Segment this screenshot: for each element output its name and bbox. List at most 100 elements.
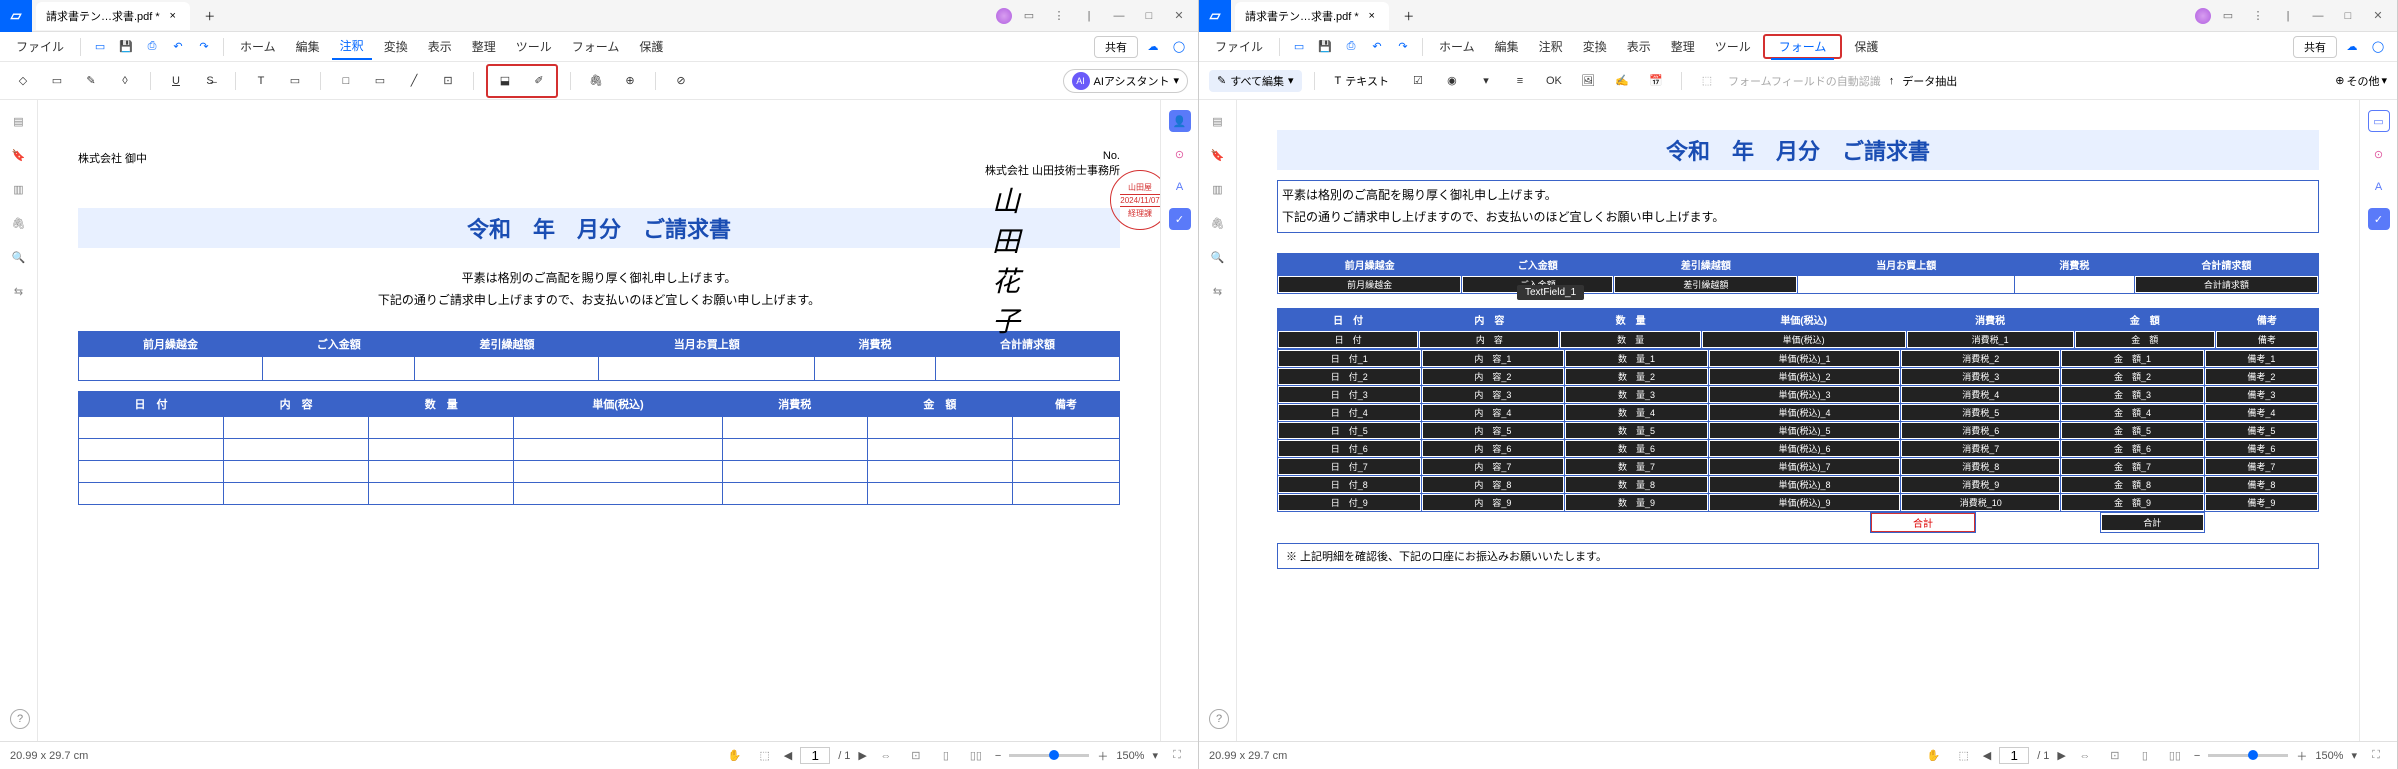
stamp-icon[interactable]: ⬓ <box>492 68 518 94</box>
next-page-icon[interactable]: ▶ <box>2057 749 2065 762</box>
zoom-out-icon[interactable]: − <box>2194 750 2200 762</box>
chevron-down-icon[interactable]: ▾ <box>2351 749 2357 762</box>
hide-icon[interactable]: ⊘ <box>668 68 694 94</box>
search-icon[interactable]: 🔍 <box>8 246 30 268</box>
list-icon[interactable]: ≡ <box>1507 68 1533 94</box>
search-icon[interactable]: 🔍 <box>1207 246 1229 268</box>
form-field[interactable]: 備考_4 <box>2205 404 2318 421</box>
translate-icon[interactable]: A <box>2368 176 2390 198</box>
more-icon[interactable]: ▭ <box>1016 3 1042 29</box>
form-field[interactable]: 金 額_1 <box>2061 350 2204 367</box>
form-field[interactable]: 単価(税込)_9 <box>1709 494 1901 511</box>
maximize-button[interactable]: □ <box>1136 3 1162 29</box>
menu-edit[interactable]: 編集 <box>1487 34 1527 59</box>
menu-comment[interactable]: 注釈 <box>332 33 372 60</box>
form-field[interactable]: 数 量_8 <box>1565 476 1708 493</box>
pin-icon[interactable]: ⊕ <box>617 68 643 94</box>
form-field[interactable]: 数 量_9 <box>1565 494 1708 511</box>
form-field[interactable]: 日 付_8 <box>1278 476 1421 493</box>
form-field[interactable]: 日 付_7 <box>1278 458 1421 475</box>
compare-icon[interactable]: ⇆ <box>1207 280 1229 302</box>
menu-view[interactable]: 表示 <box>420 34 460 59</box>
form-field[interactable]: 備考_9 <box>2205 494 2318 511</box>
form-field[interactable]: 金 額_5 <box>2061 422 2204 439</box>
underline-icon[interactable]: U <box>163 68 189 94</box>
form-field[interactable]: 消費税_7 <box>1901 440 2060 457</box>
form-field[interactable]: 日 付_6 <box>1278 440 1421 457</box>
form-field[interactable]: 金 額_4 <box>2061 404 2204 421</box>
form-field[interactable]: 単価(税込)_8 <box>1709 476 1901 493</box>
form-field[interactable]: 金 額_6 <box>2061 440 2204 457</box>
hand-icon[interactable]: ✋ <box>1923 745 1945 767</box>
attachment-icon[interactable]: 🖇 <box>8 212 30 234</box>
strikethrough-icon[interactable]: S̶ <box>197 68 223 94</box>
highlight-icon[interactable]: ▭ <box>44 68 70 94</box>
signature-icon[interactable]: ✐ <box>526 68 552 94</box>
kebab-icon[interactable]: ⋮ <box>2245 3 2271 29</box>
ai-chat-icon[interactable]: ⊙ <box>1168 142 1192 166</box>
file-menu[interactable]: ファイル <box>8 34 72 59</box>
thumbnail-icon[interactable]: ▤ <box>1207 110 1229 132</box>
kebab-icon[interactable]: ⋮ <box>1046 3 1072 29</box>
ai-assistant-button[interactable]: AI AIアシスタント ▾ <box>1063 69 1188 93</box>
form-field[interactable]: 消費税_9 <box>1901 476 2060 493</box>
eraser-icon[interactable]: ◊ <box>112 68 138 94</box>
minimize-button[interactable]: — <box>2305 3 2331 29</box>
form-field[interactable]: 数 量_3 <box>1565 386 1708 403</box>
radio-icon[interactable]: ◉ <box>1439 68 1465 94</box>
translate-icon[interactable]: A <box>1169 176 1191 198</box>
rectangle-icon[interactable]: □ <box>333 68 359 94</box>
account-badge-icon[interactable] <box>2195 8 2211 24</box>
page-input[interactable] <box>800 747 830 764</box>
form-field[interactable]: 消費税_10 <box>1901 494 2060 511</box>
button-field-icon[interactable]: OK <box>1541 68 1567 94</box>
form-field[interactable]: 数 量_1 <box>1565 350 1708 367</box>
form-field[interactable]: 数 量_6 <box>1565 440 1708 457</box>
document-tab[interactable]: 請求書テン…求書.pdf * × <box>1235 2 1389 30</box>
data-extract-icon[interactable]: ↑ <box>1889 75 1895 87</box>
print-icon[interactable]: ⎙ <box>1340 36 1362 58</box>
menu-form[interactable]: フォーム <box>1771 36 1835 60</box>
form-field[interactable]: 消費税_8 <box>1901 458 2060 475</box>
form-field[interactable]: 日 付_3 <box>1278 386 1421 403</box>
bookmark-icon[interactable]: 🔖 <box>1207 144 1229 166</box>
line-icon[interactable]: ╱ <box>401 68 427 94</box>
form-field[interactable]: 内 容_7 <box>1422 458 1565 475</box>
form-field[interactable]: 内 容_6 <box>1422 440 1565 457</box>
form-field[interactable]: 単価(税込)_1 <box>1709 350 1901 367</box>
auto-recognize-label[interactable]: フォームフィールドの自動認識 <box>1728 73 1881 89</box>
measure-icon[interactable]: ⊡ <box>435 68 461 94</box>
compare-icon[interactable]: ⇆ <box>8 280 30 302</box>
print-icon[interactable]: ⎙ <box>141 36 163 58</box>
redo-icon[interactable]: ↷ <box>1392 36 1414 58</box>
document-tab[interactable]: 請求書テン…求書.pdf * × <box>36 2 190 30</box>
checkbox-icon[interactable]: ☑ <box>1405 68 1431 94</box>
file-menu[interactable]: ファイル <box>1207 34 1271 59</box>
menu-view[interactable]: 表示 <box>1619 34 1659 59</box>
hand-icon[interactable]: ✋ <box>724 745 746 767</box>
more-icon[interactable]: ▭ <box>2215 3 2241 29</box>
form-field[interactable]: 数 量_4 <box>1565 404 1708 421</box>
chevron-down-icon[interactable]: ▾ <box>1152 749 1158 762</box>
bookmark-icon[interactable]: 🔖 <box>8 144 30 166</box>
form-field[interactable]: 日 付_5 <box>1278 422 1421 439</box>
fit-page-icon[interactable]: ⊡ <box>905 745 927 767</box>
dropdown-icon[interactable]: ▾ <box>1473 68 1499 94</box>
close-button[interactable]: ✕ <box>1166 3 1192 29</box>
form-field[interactable]: 内 容_5 <box>1422 422 1565 439</box>
save-icon[interactable]: 💾 <box>115 36 137 58</box>
minimize-button[interactable]: — <box>1106 3 1132 29</box>
pencil-icon[interactable]: ✎ <box>78 68 104 94</box>
form-field[interactable]: 日 付_1 <box>1278 350 1421 367</box>
account-badge-icon[interactable] <box>996 8 1012 24</box>
document-canvas[interactable]: 株式会社 御中 No. 株式会社 山田技術士事務所 山田 花子 山田屋 2024… <box>38 100 1160 741</box>
menu-tools[interactable]: ツール <box>1707 34 1759 59</box>
menu-protect[interactable]: 保護 <box>1846 34 1886 59</box>
zoom-in-icon[interactable]: ＋ <box>1097 748 1108 764</box>
zoom-slider[interactable] <box>2208 754 2288 757</box>
form-field[interactable]: 前月繰越金 <box>1278 276 1461 293</box>
form-field[interactable]: 内 容_4 <box>1422 404 1565 421</box>
form-field[interactable]: 消費税_3 <box>1901 368 2060 385</box>
check-icon[interactable]: ✓ <box>1169 208 1191 230</box>
form-field[interactable]: 内 容_3 <box>1422 386 1565 403</box>
